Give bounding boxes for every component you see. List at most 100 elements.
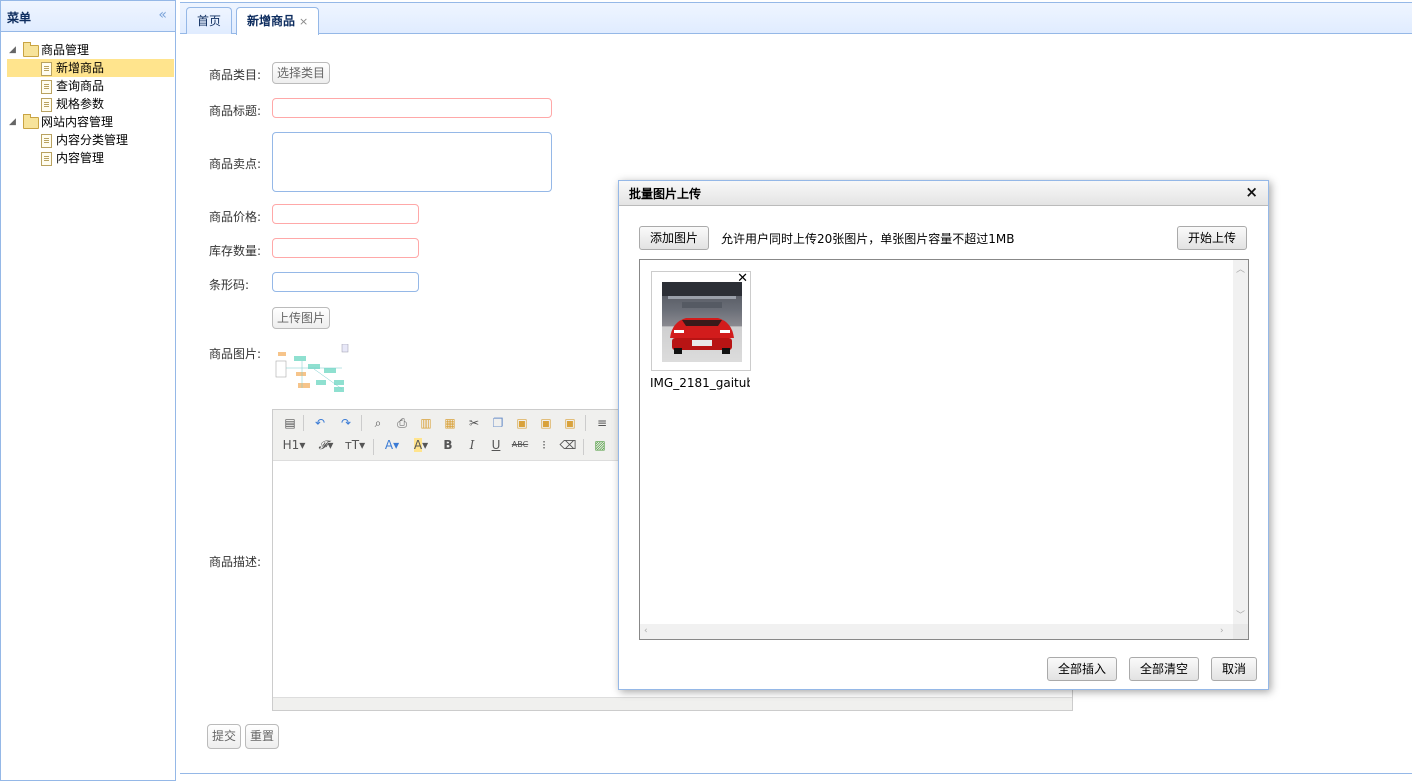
heading-text: H1 <box>282 438 300 452</box>
toolbar-separator <box>583 439 584 455</box>
heading-icon[interactable]: H1▾ <box>281 436 307 454</box>
scroll-left-icon[interactable]: ‹ <box>644 626 648 636</box>
sell-point-textarea[interactable] <box>272 132 552 192</box>
tree-item-label: 新增商品 <box>56 61 105 75</box>
strikethrough-icon[interactable]: ABC <box>511 436 529 454</box>
car-photo <box>662 282 742 362</box>
toolbar-separator <box>361 415 362 431</box>
tab-label: 新增商品 <box>247 14 296 28</box>
tab-bar: 首页 新增商品 × <box>180 2 1412 35</box>
vertical-scrollbar[interactable]: ︿ ﹀ <box>1233 260 1248 624</box>
close-icon[interactable]: × <box>299 15 308 28</box>
scroll-right-icon[interactable]: › <box>1220 626 1224 636</box>
menu-title: 菜单 <box>7 11 32 25</box>
template-icon[interactable]: ▥ <box>417 414 435 432</box>
font-family-icon[interactable]: 𝓕▾ <box>315 436 337 454</box>
reset-button[interactable]: 重置 <box>245 724 279 749</box>
expand-arrow-icon[interactable]: ◢ <box>9 41 16 59</box>
file-icon <box>41 98 52 112</box>
print-icon[interactable]: ⎙ <box>393 414 411 432</box>
collapse-icon[interactable]: « <box>158 7 167 23</box>
select-category-button[interactable]: 选择类目 <box>272 62 330 84</box>
preview-icon[interactable]: ⌕ <box>369 414 387 432</box>
tree-group-site-content[interactable]: ◢ 网站内容管理 <box>1 113 175 131</box>
tab-add-goods[interactable]: 新增商品 × <box>236 7 320 35</box>
stock-input[interactable] <box>272 238 419 258</box>
font-color-text: A <box>384 438 394 452</box>
dialog-title: 批量图片上传 <box>629 187 702 201</box>
upload-image-button[interactable]: 上传图片 <box>272 307 330 329</box>
paste-text-icon[interactable]: ▣ <box>537 414 555 432</box>
add-image-button[interactable]: 添加图片 <box>639 226 710 250</box>
eraser-icon[interactable]: ⌫ <box>559 436 577 454</box>
font-size-icon[interactable]: тT▾ <box>343 436 367 454</box>
tree-item-label: 内容分类管理 <box>56 133 129 147</box>
file-icon <box>41 80 52 94</box>
line-height-icon[interactable]: ⁝ <box>535 436 553 454</box>
tree-group-label: 商品管理 <box>41 43 90 57</box>
barcode-label: 条形码: <box>209 278 250 292</box>
paste-icon[interactable]: ▣ <box>513 414 531 432</box>
tree-item-label: 内容管理 <box>56 151 105 165</box>
barcode-input[interactable] <box>272 272 419 292</box>
undo-icon[interactable]: ↶ <box>311 414 329 432</box>
tree-item-label: 查询商品 <box>56 79 105 93</box>
bold-icon[interactable]: B <box>439 436 457 454</box>
expand-arrow-icon[interactable]: ◢ <box>9 113 16 131</box>
tree-item-content-category[interactable]: 内容分类管理 <box>1 131 175 149</box>
redo-icon[interactable]: ↷ <box>337 414 355 432</box>
image-insert-icon[interactable]: ▨ <box>591 436 609 454</box>
flowchart-thumbnail[interactable] <box>272 344 352 396</box>
submit-button[interactable]: 提交 <box>207 724 241 749</box>
tree-item-add-goods[interactable]: 新增商品 <box>7 59 174 77</box>
folder-open-icon <box>23 42 39 57</box>
title-input[interactable] <box>272 98 552 118</box>
toolbar-separator <box>373 439 374 455</box>
scroll-corner <box>1233 624 1248 639</box>
insert-all-button[interactable]: 全部插入 <box>1047 657 1118 681</box>
tree-item-query-goods[interactable]: 查询商品 <box>1 77 175 95</box>
bottom-divider <box>180 773 1412 774</box>
toolbar-separator <box>585 415 586 431</box>
tree-group-goods[interactable]: ◢ 商品管理 <box>1 41 175 59</box>
align-left-icon[interactable]: ≡ <box>593 414 611 432</box>
copy-icon[interactable]: ❐ <box>489 414 507 432</box>
code-icon[interactable]: ▦ <box>441 414 459 432</box>
horizontal-scrollbar[interactable]: ‹ › <box>640 624 1233 639</box>
source-icon[interactable]: ▤ <box>281 414 299 432</box>
cut-icon[interactable]: ✂ <box>465 414 483 432</box>
title-label: 商品标题: <box>209 104 262 118</box>
description-label: 商品描述: <box>209 555 262 569</box>
font-family-text: 𝓕 <box>318 438 328 452</box>
stock-label: 库存数量: <box>209 244 262 258</box>
scroll-up-icon[interactable]: ︿ <box>1236 262 1245 275</box>
file-icon <box>41 62 52 76</box>
tab-label: 首页 <box>197 14 222 28</box>
underline-icon[interactable]: U <box>487 436 505 454</box>
price-input[interactable] <box>272 204 419 224</box>
tree-item-content-manage[interactable]: 内容管理 <box>1 149 175 167</box>
paste-word-icon[interactable]: ▣ <box>561 414 579 432</box>
clear-all-button[interactable]: 全部清空 <box>1129 657 1200 681</box>
image-filename: IMG_2181_gaitubao <box>650 376 750 390</box>
folder-open-icon <box>23 114 39 129</box>
font-size-text: тT <box>344 438 360 452</box>
editor-resize-bar[interactable] <box>273 697 1072 710</box>
close-icon[interactable]: × <box>1245 183 1258 201</box>
italic-icon[interactable]: I <box>463 436 481 454</box>
upload-list: ✕ IMG_2181_gaitubao ︿ <box>639 259 1249 640</box>
tree-item-label: 规格参数 <box>56 97 105 111</box>
tree-item-spec-params[interactable]: 规格参数 <box>1 95 175 113</box>
image-item[interactable]: ✕ <box>651 271 751 371</box>
highlight-icon[interactable]: A▾ <box>409 436 433 454</box>
scroll-down-icon[interactable]: ﹀ <box>1236 608 1245 621</box>
tab-home[interactable]: 首页 <box>186 7 233 34</box>
price-label: 商品价格: <box>209 210 262 224</box>
upload-hint: 允许用户同时上传20张图片，单张图片容量不超过1MB <box>721 232 1015 246</box>
cancel-button[interactable]: 取消 <box>1211 657 1258 681</box>
font-color-icon[interactable]: A▾ <box>381 436 403 454</box>
sell-point-label: 商品卖点: <box>209 157 262 171</box>
image-label: 商品图片: <box>209 347 262 361</box>
highlight-text: A <box>413 438 423 452</box>
start-upload-button[interactable]: 开始上传 <box>1177 226 1248 250</box>
